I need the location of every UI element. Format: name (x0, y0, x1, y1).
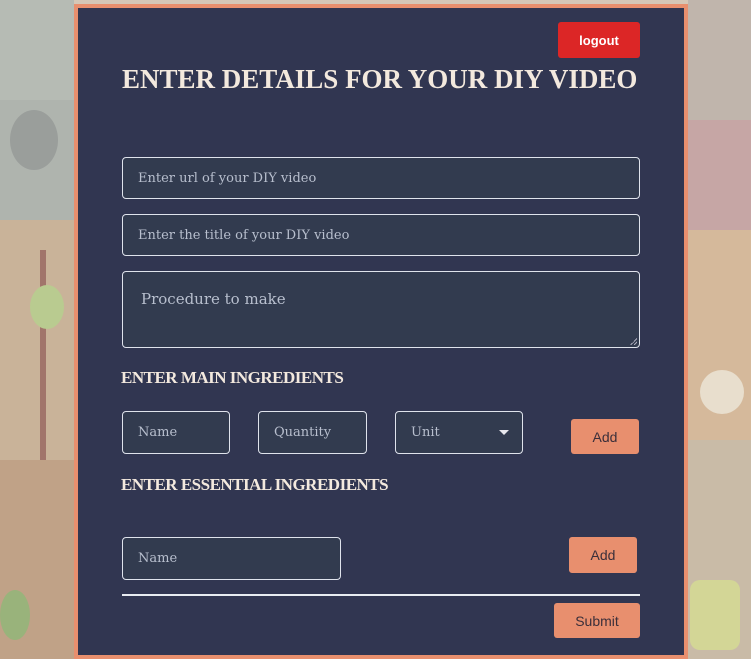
form-divider (122, 594, 640, 596)
video-title-placeholder: Enter the title of your DIY video (138, 227, 350, 243)
submit-button[interactable]: Submit (554, 603, 640, 638)
page-title: ENTER DETAILS FOR YOUR DIY VIDEO (122, 64, 638, 94)
add-essential-ingredient-button[interactable]: Add (569, 537, 637, 573)
video-url-placeholder: Enter url of your DIY video (138, 170, 317, 186)
main-ingredient-unit-select[interactable]: Unit (395, 411, 523, 454)
essential-ingredients-heading: ENTER ESSENTIAL INGREDIENTS (121, 475, 389, 494)
main-ingredient-quantity-placeholder: Quantity (274, 425, 332, 440)
essential-ingredient-name-placeholder: Name (138, 551, 178, 566)
resize-handle-icon[interactable] (630, 338, 637, 345)
logout-button[interactable]: logout (558, 22, 640, 58)
procedure-textarea[interactable]: Procedure to make (122, 271, 640, 348)
video-url-input[interactable]: Enter url of your DIY video (122, 157, 640, 199)
video-title-input[interactable]: Enter the title of your DIY video (122, 214, 640, 256)
add-main-ingredient-button[interactable]: Add (571, 419, 639, 454)
main-ingredient-quantity-input[interactable]: Quantity (258, 411, 367, 454)
main-ingredients-heading: ENTER MAIN INGREDIENTS (121, 368, 344, 387)
main-ingredient-name-placeholder: Name (138, 425, 178, 440)
caret-down-icon (499, 430, 509, 435)
essential-ingredient-name-input[interactable]: Name (122, 537, 341, 580)
unit-select-value: Unit (411, 425, 440, 440)
main-ingredient-name-input[interactable]: Name (122, 411, 230, 454)
procedure-placeholder: Procedure to make (141, 290, 286, 308)
